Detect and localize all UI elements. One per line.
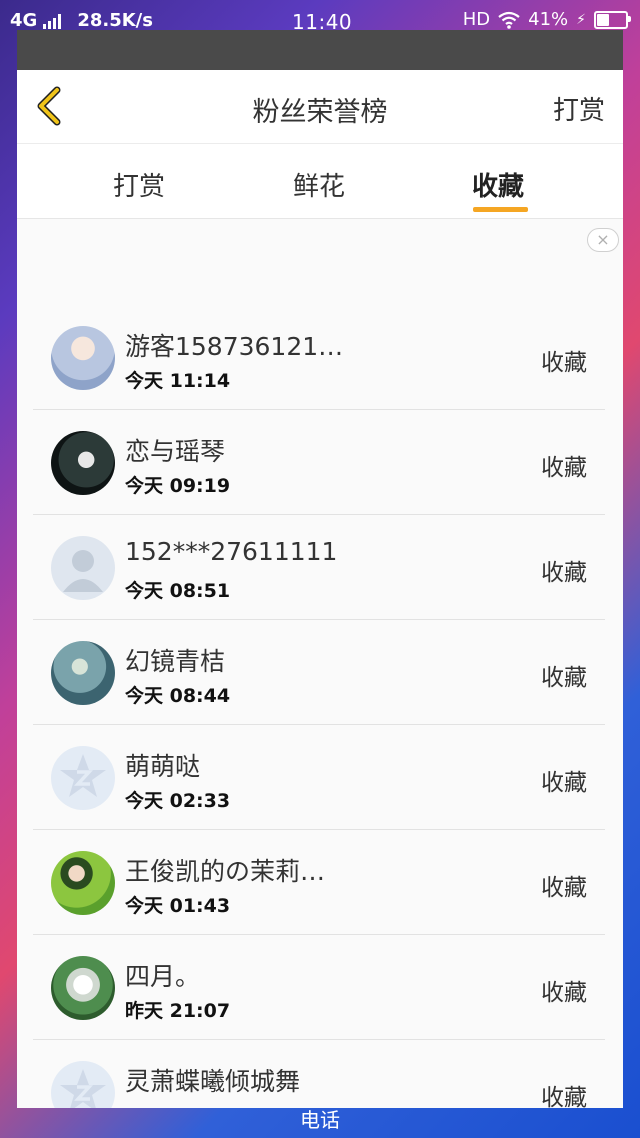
tab-bar: 打赏 鲜花 收藏 xyxy=(17,144,623,219)
bottom-dock-label: 电话 xyxy=(300,1108,340,1132)
avatar xyxy=(51,641,115,705)
wifi-icon xyxy=(498,11,520,29)
timestamp: 今天 09:19 xyxy=(125,475,231,497)
timestamp: 今天 08:44 xyxy=(125,685,231,707)
header: 粉丝荣誉榜 打赏 xyxy=(17,70,623,144)
fan-list: 游客158736121… 今天 11:14 收藏 恋与瑶琴 今天 09:19 收… xyxy=(33,305,605,1108)
page-title: 粉丝荣誉榜 xyxy=(252,97,388,128)
action-label: 收藏 xyxy=(541,665,587,691)
avatar xyxy=(51,431,115,495)
action-label: 收藏 xyxy=(541,980,587,1006)
tab-reward[interactable]: 打赏 xyxy=(113,166,165,203)
signal-icon xyxy=(43,13,62,29)
charging-icon: ⚡ xyxy=(576,11,586,28)
star-logo-icon xyxy=(60,1069,106,1108)
list-item[interactable]: 游客158736121… 今天 11:14 收藏 xyxy=(33,305,605,410)
timestamp: 今天 02:33 xyxy=(125,790,231,812)
status-left: 4G 28.5K/s xyxy=(10,10,153,31)
battery-icon xyxy=(594,10,631,29)
avatar xyxy=(51,851,115,915)
tab-flowers[interactable]: 鲜花 xyxy=(293,166,345,203)
status-right: HD 41% ⚡ xyxy=(462,9,631,30)
list-item[interactable]: 幻镜青桔 今天 08:44 收藏 xyxy=(33,620,605,725)
avatar xyxy=(51,746,115,810)
hd-label: HD xyxy=(462,9,491,30)
action-label: 收藏 xyxy=(541,455,587,481)
user-name: 幻镜青桔 xyxy=(125,647,226,676)
user-name: 萌萌哒 xyxy=(125,752,201,781)
network-label: 4G xyxy=(10,10,38,31)
user-name: 恋与瑶琴 xyxy=(125,437,226,466)
list-item[interactable]: 恋与瑶琴 今天 09:19 收藏 xyxy=(33,410,605,515)
timestamp: 今天 11:14 xyxy=(125,370,231,392)
close-icon[interactable]: × xyxy=(587,228,619,252)
user-name: 灵萧蝶曦倾城舞 xyxy=(125,1067,301,1096)
user-name: 游客158736121… xyxy=(125,332,344,361)
battery-percent: 41% xyxy=(528,9,569,30)
action-label: 收藏 xyxy=(541,350,587,376)
avatar xyxy=(51,536,115,600)
user-name: 王俊凯的の茉莉… xyxy=(125,857,326,886)
tab-favorites[interactable]: 收藏 xyxy=(472,166,524,203)
user-name: 四月。 xyxy=(125,962,201,991)
timestamp: 今天 01:43 xyxy=(125,895,231,917)
action-label: 收藏 xyxy=(541,770,587,796)
timestamp: 昨天 21:07 xyxy=(125,1000,231,1022)
avatar xyxy=(51,326,115,390)
app-top-strip xyxy=(17,30,623,70)
user-name: 152***27611111 xyxy=(125,537,338,566)
app-window: 粉丝荣誉榜 打赏 打赏 鲜花 收藏 × 游客158736121… 今天 11:1… xyxy=(17,30,623,1108)
action-label: 收藏 xyxy=(541,560,587,586)
network-speed: 28.5K/s xyxy=(77,10,153,31)
list-item[interactable]: 萌萌哒 今天 02:33 收藏 xyxy=(33,725,605,830)
action-label: 收藏 xyxy=(541,875,587,901)
avatar xyxy=(51,956,115,1020)
list-item[interactable]: 152***27611111 今天 08:51 收藏 xyxy=(33,515,605,620)
list-item[interactable]: 王俊凯的の茉莉… 今天 01:43 收藏 xyxy=(33,830,605,935)
default-user-icon xyxy=(63,550,103,592)
avatar xyxy=(51,1061,115,1108)
action-label: 收藏 xyxy=(541,1085,587,1108)
reward-button[interactable]: 打赏 xyxy=(553,90,605,127)
star-logo-icon xyxy=(60,754,106,797)
list-item[interactable]: 灵萧蝶曦倾城舞 收藏 xyxy=(33,1040,605,1108)
timestamp: 今天 08:51 xyxy=(125,580,231,602)
list-item[interactable]: 四月。 昨天 21:07 收藏 xyxy=(33,935,605,1040)
active-tab-indicator xyxy=(473,207,528,212)
